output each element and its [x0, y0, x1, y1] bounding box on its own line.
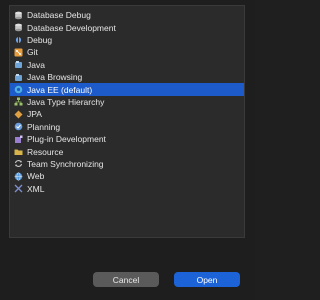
perspective-label: Database Development — [27, 22, 116, 33]
open-button-label: Open — [196, 274, 218, 285]
resource-folder-icon — [14, 147, 23, 156]
java-ee-icon — [14, 85, 23, 94]
perspective-label: Web — [27, 171, 45, 182]
perspective-item[interactable]: Debug — [10, 34, 244, 46]
perspective-item[interactable]: Database Development — [10, 21, 244, 33]
open-perspective-dialog: Database Debug Database Development Debug G… — [0, 0, 255, 300]
database-development-icon — [14, 23, 23, 32]
perspective-item[interactable]: Planning — [10, 121, 244, 133]
perspective-label: Java — [27, 59, 45, 70]
perspective-label: Java EE (default) — [27, 84, 93, 95]
perspective-item[interactable]: JPA — [10, 108, 244, 120]
perspective-label: Plug-in Development — [27, 134, 106, 145]
perspective-item[interactable]: Java EE (default) — [10, 83, 244, 96]
database-debug-icon — [14, 11, 23, 20]
planning-icon — [14, 122, 23, 131]
perspective-label: Java Type Hierarchy — [27, 96, 105, 107]
cancel-button-label: Cancel — [112, 274, 140, 285]
perspective-item[interactable]: Git — [10, 46, 244, 58]
perspective-list[interactable]: Database Debug Database Development Debug G… — [9, 5, 245, 238]
git-icon — [14, 48, 23, 57]
web-globe-icon — [14, 172, 23, 181]
perspective-label: JPA — [27, 109, 42, 120]
perspective-item[interactable]: Java — [10, 59, 244, 71]
debug-bug-icon — [14, 35, 23, 44]
perspective-item[interactable]: Java Browsing — [10, 71, 244, 83]
perspective-item[interactable]: Plug-in Development — [10, 133, 244, 145]
perspective-label: Debug — [27, 34, 53, 45]
perspective-item[interactable]: Web — [10, 170, 244, 182]
perspective-item[interactable]: Team Synchronizing — [10, 158, 244, 170]
jpa-icon — [14, 110, 23, 119]
perspective-item[interactable]: XML — [10, 183, 244, 195]
perspective-item[interactable]: Resource — [10, 145, 244, 157]
java-type-hierarchy-icon — [14, 97, 23, 106]
perspective-label: Planning — [27, 121, 61, 132]
perspective-label: Database Debug — [27, 10, 91, 21]
perspective-label: Team Synchronizing — [27, 158, 104, 169]
java-browsing-icon — [14, 73, 23, 82]
open-button[interactable]: Open — [174, 272, 240, 287]
perspective-label: Java Browsing — [27, 72, 83, 83]
perspective-label: XML — [27, 183, 45, 194]
perspective-item[interactable]: Database Debug — [10, 9, 244, 21]
perspective-label: Resource — [27, 146, 64, 157]
perspective-item[interactable]: Java Type Hierarchy — [10, 96, 244, 108]
plugin-development-icon — [14, 135, 23, 144]
cancel-button[interactable]: Cancel — [93, 272, 159, 287]
java-icon — [14, 60, 23, 69]
xml-icon — [14, 184, 23, 193]
team-synchronizing-icon — [14, 159, 23, 168]
perspective-label: Git — [27, 47, 38, 58]
